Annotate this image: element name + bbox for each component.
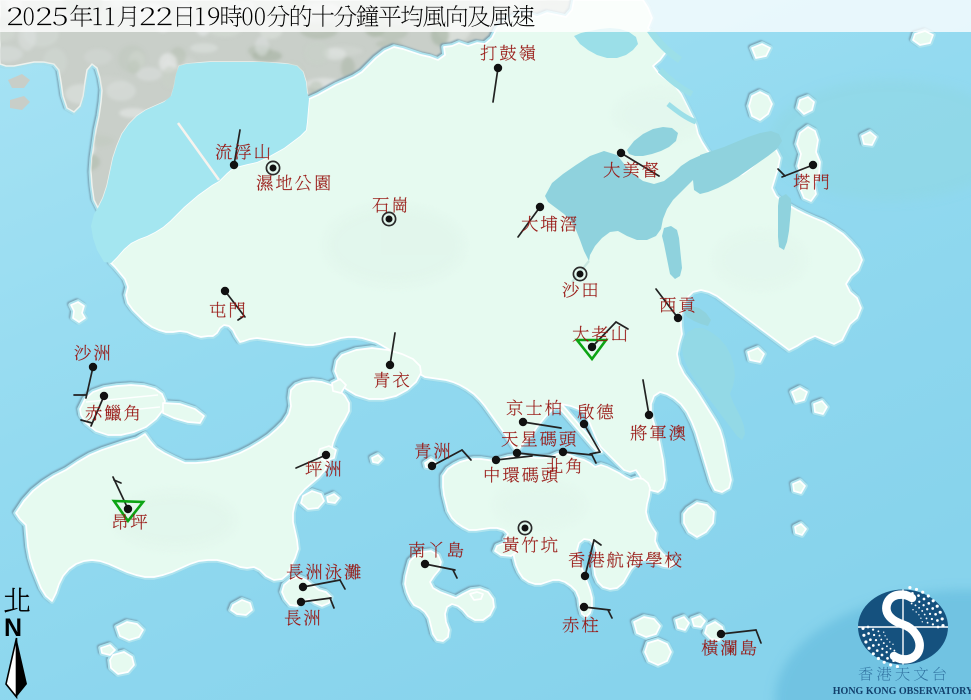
svg-text:HONG KONG OBSERVATORY: HONG KONG OBSERVATORY bbox=[833, 686, 971, 697]
svg-text:N: N bbox=[4, 614, 22, 642]
